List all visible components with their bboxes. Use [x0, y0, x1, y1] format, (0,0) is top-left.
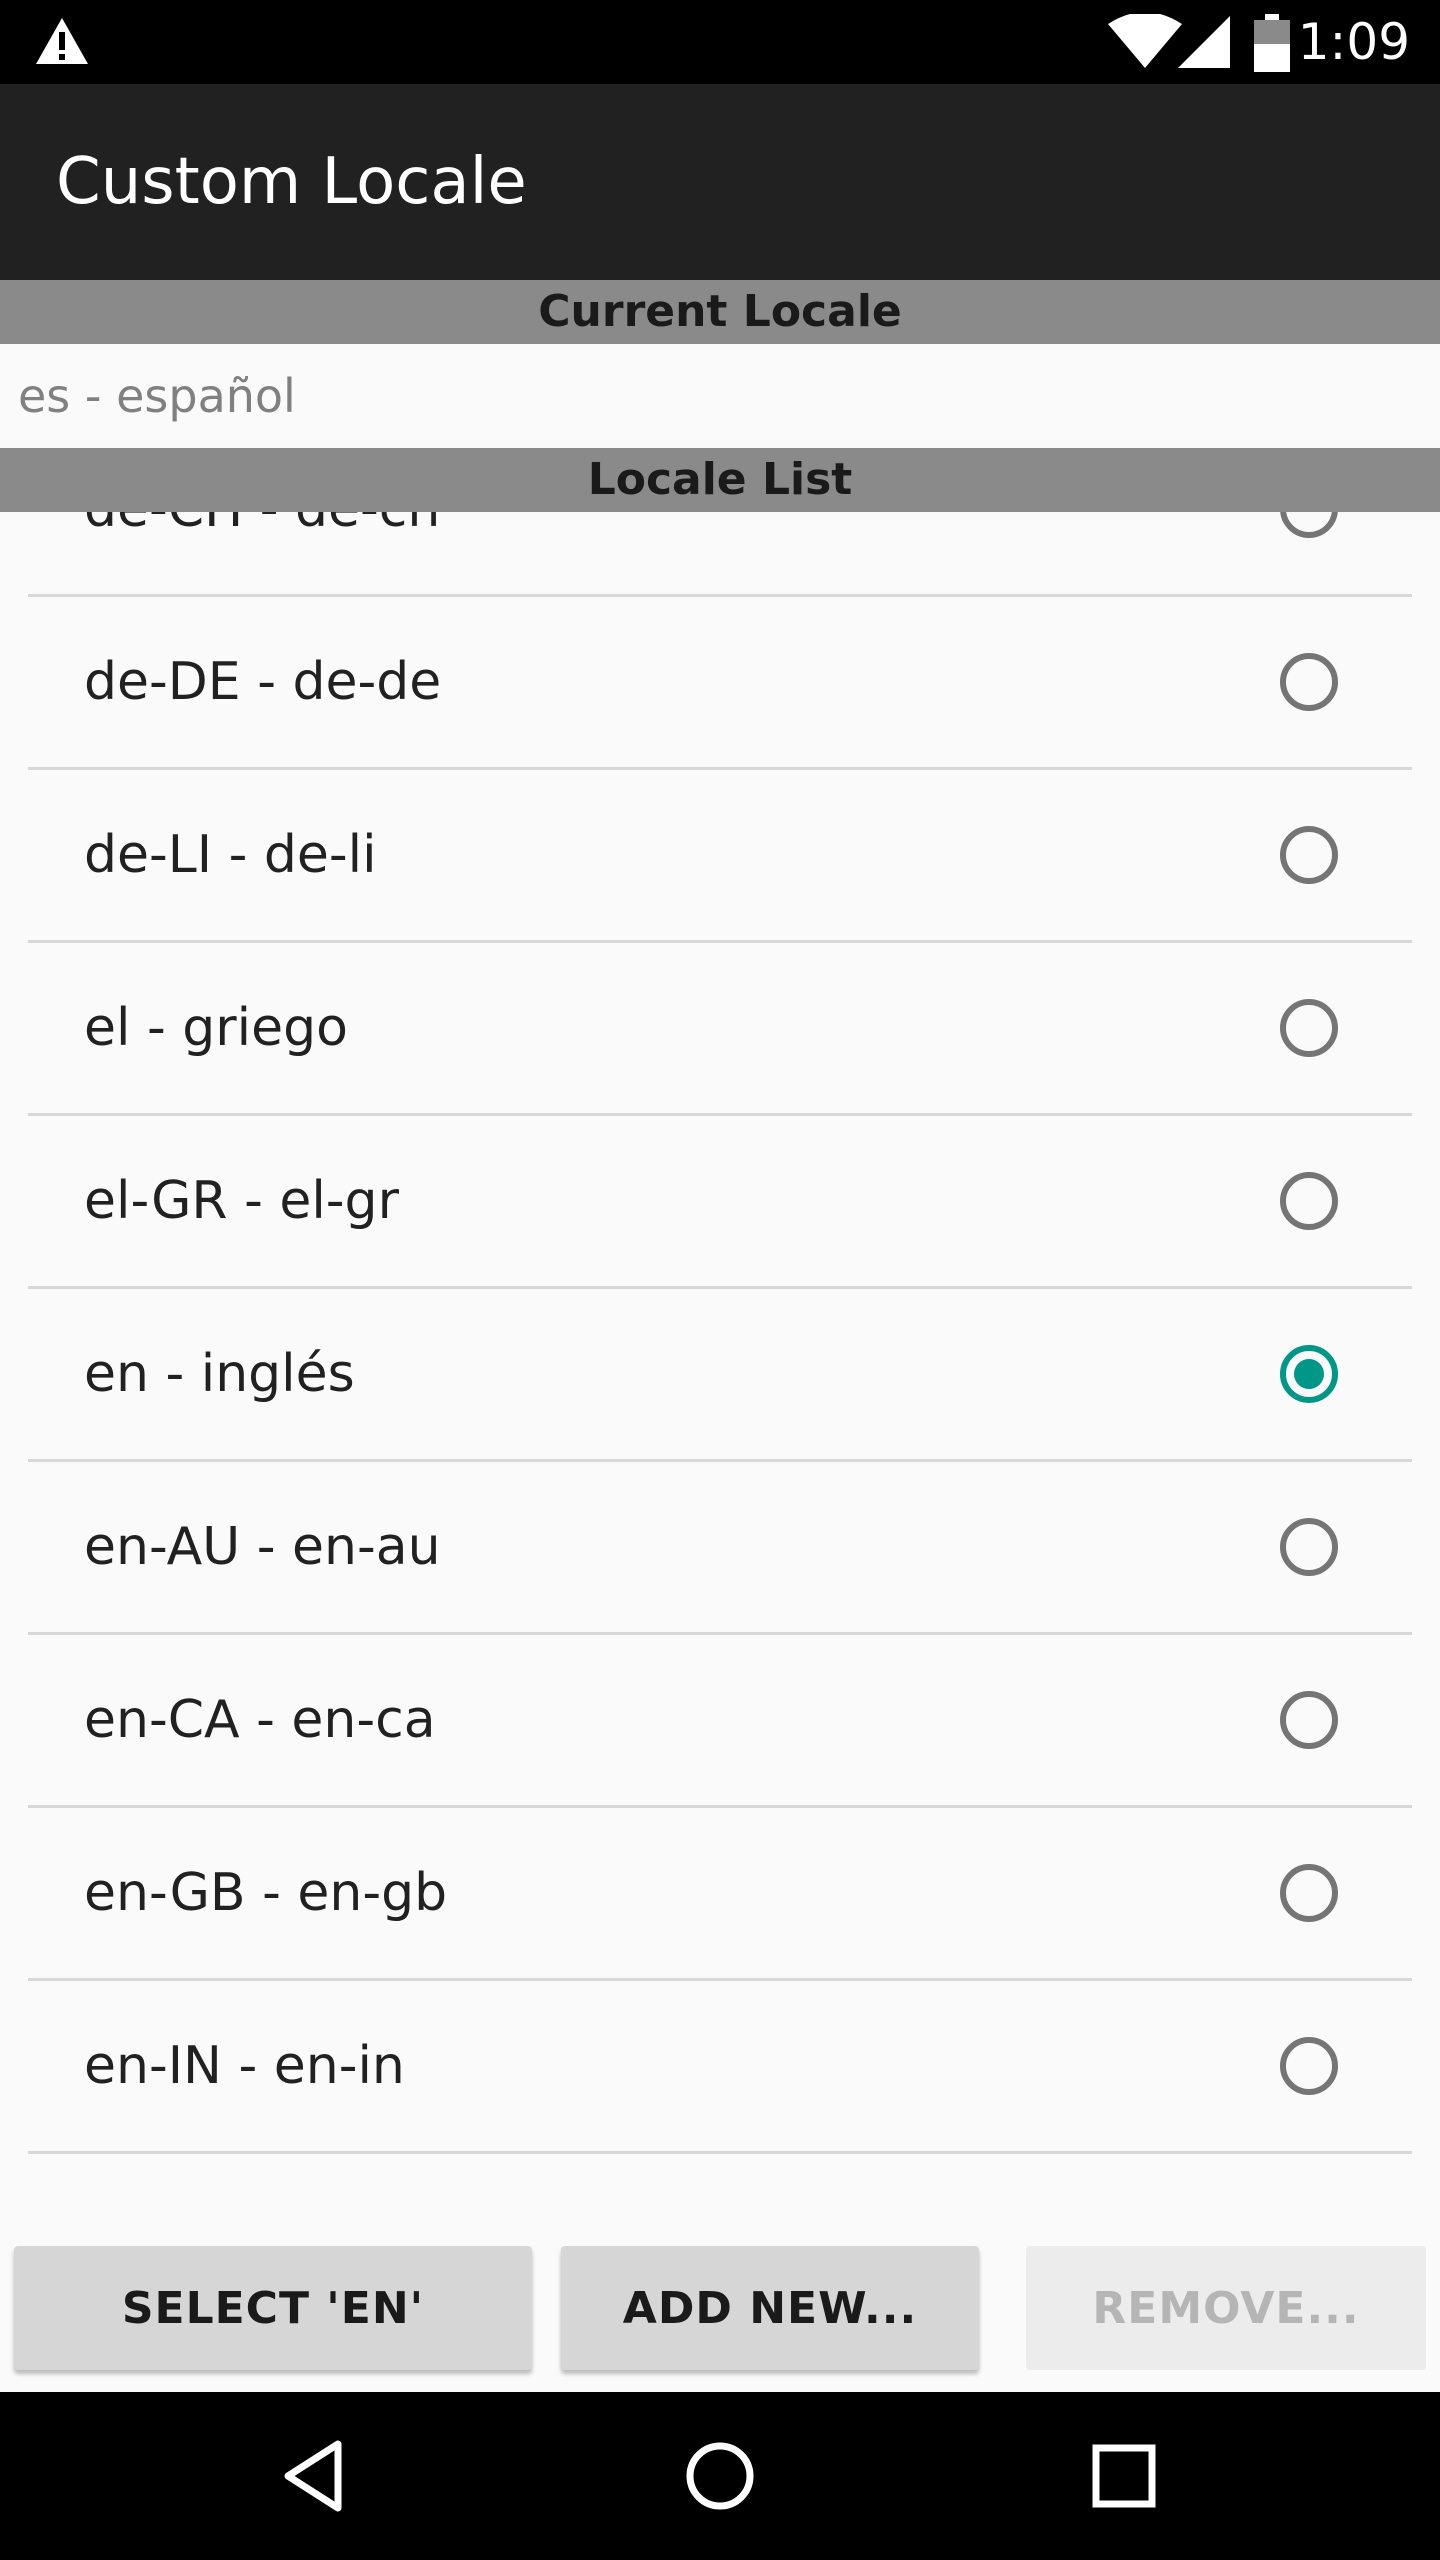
locale-row[interactable]: el-GR - el-gr	[28, 1116, 1412, 1289]
wifi-icon	[1108, 14, 1182, 68]
locale-row[interactable]: en-AU - en-au	[28, 1462, 1412, 1635]
current-locale-value: es - español	[0, 344, 1440, 448]
locale-row[interactable]: en-GB - en-gb	[28, 1808, 1412, 1981]
locale-label: en-IN - en-in	[84, 2036, 405, 2096]
locale-label: en-GB - en-gb	[84, 1863, 448, 1923]
radio-button[interactable]	[1280, 653, 1338, 711]
locale-row[interactable]: en-CA - en-ca	[28, 1635, 1412, 1808]
status-bar: 1:09	[0, 0, 1440, 84]
locale-label: en-AU - en-au	[84, 1517, 441, 1577]
navigation-bar	[0, 2392, 1440, 2560]
radio-button[interactable]	[1280, 826, 1338, 884]
radio-button[interactable]	[1280, 1864, 1338, 1922]
warning-icon	[36, 18, 88, 64]
app-title: Custom Locale	[56, 145, 527, 219]
home-icon[interactable]	[680, 2436, 760, 2516]
radio-button[interactable]	[1280, 999, 1338, 1057]
radio-button[interactable]	[1280, 1172, 1338, 1230]
locale-row[interactable]: de-CH - de-ch	[28, 512, 1412, 597]
app-bar: Custom Locale	[0, 84, 1440, 280]
locale-list[interactable]: de-CH - de-ch de-DE - de-de de-LI - de-l…	[0, 512, 1440, 2172]
locale-label: de-CH - de-ch	[84, 512, 440, 594]
battery-icon	[1254, 14, 1290, 72]
locale-row[interactable]: en - inglés	[28, 1289, 1412, 1462]
status-time: 1:09	[1297, 13, 1410, 71]
select-en-button[interactable]: SELECT 'EN'	[14, 2246, 532, 2370]
add-new-button[interactable]: ADD NEW...	[561, 2246, 979, 2370]
locale-label: de-DE - de-de	[84, 652, 442, 712]
locale-label: en-CA - en-ca	[84, 1690, 436, 1750]
locale-label: de-LI - de-li	[84, 825, 377, 885]
locale-label: en - inglés	[84, 1344, 355, 1404]
current-locale-header: Current Locale	[0, 280, 1440, 344]
locale-label: el - griego	[84, 998, 348, 1058]
locale-row[interactable]: de-DE - de-de	[28, 597, 1412, 770]
radio-button[interactable]	[1280, 2037, 1338, 2095]
locale-row[interactable]: en-IN - en-in	[28, 1981, 1412, 2154]
radio-button[interactable]	[1280, 1691, 1338, 1749]
locale-row[interactable]: de-LI - de-li	[28, 770, 1412, 943]
radio-button[interactable]	[1280, 512, 1338, 538]
remove-button: REMOVE...	[1026, 2246, 1426, 2370]
locale-list-header: Locale List	[0, 448, 1440, 512]
signal-icon	[1178, 16, 1230, 68]
button-bar: SELECT 'EN' ADD NEW... REMOVE...	[0, 2232, 1440, 2392]
radio-button[interactable]	[1280, 1345, 1338, 1403]
locale-row[interactable]: el - griego	[28, 943, 1412, 1116]
back-icon[interactable]	[276, 2436, 356, 2516]
recents-icon[interactable]	[1084, 2436, 1164, 2516]
radio-button[interactable]	[1280, 1518, 1338, 1576]
locale-label: el-GR - el-gr	[84, 1171, 399, 1231]
